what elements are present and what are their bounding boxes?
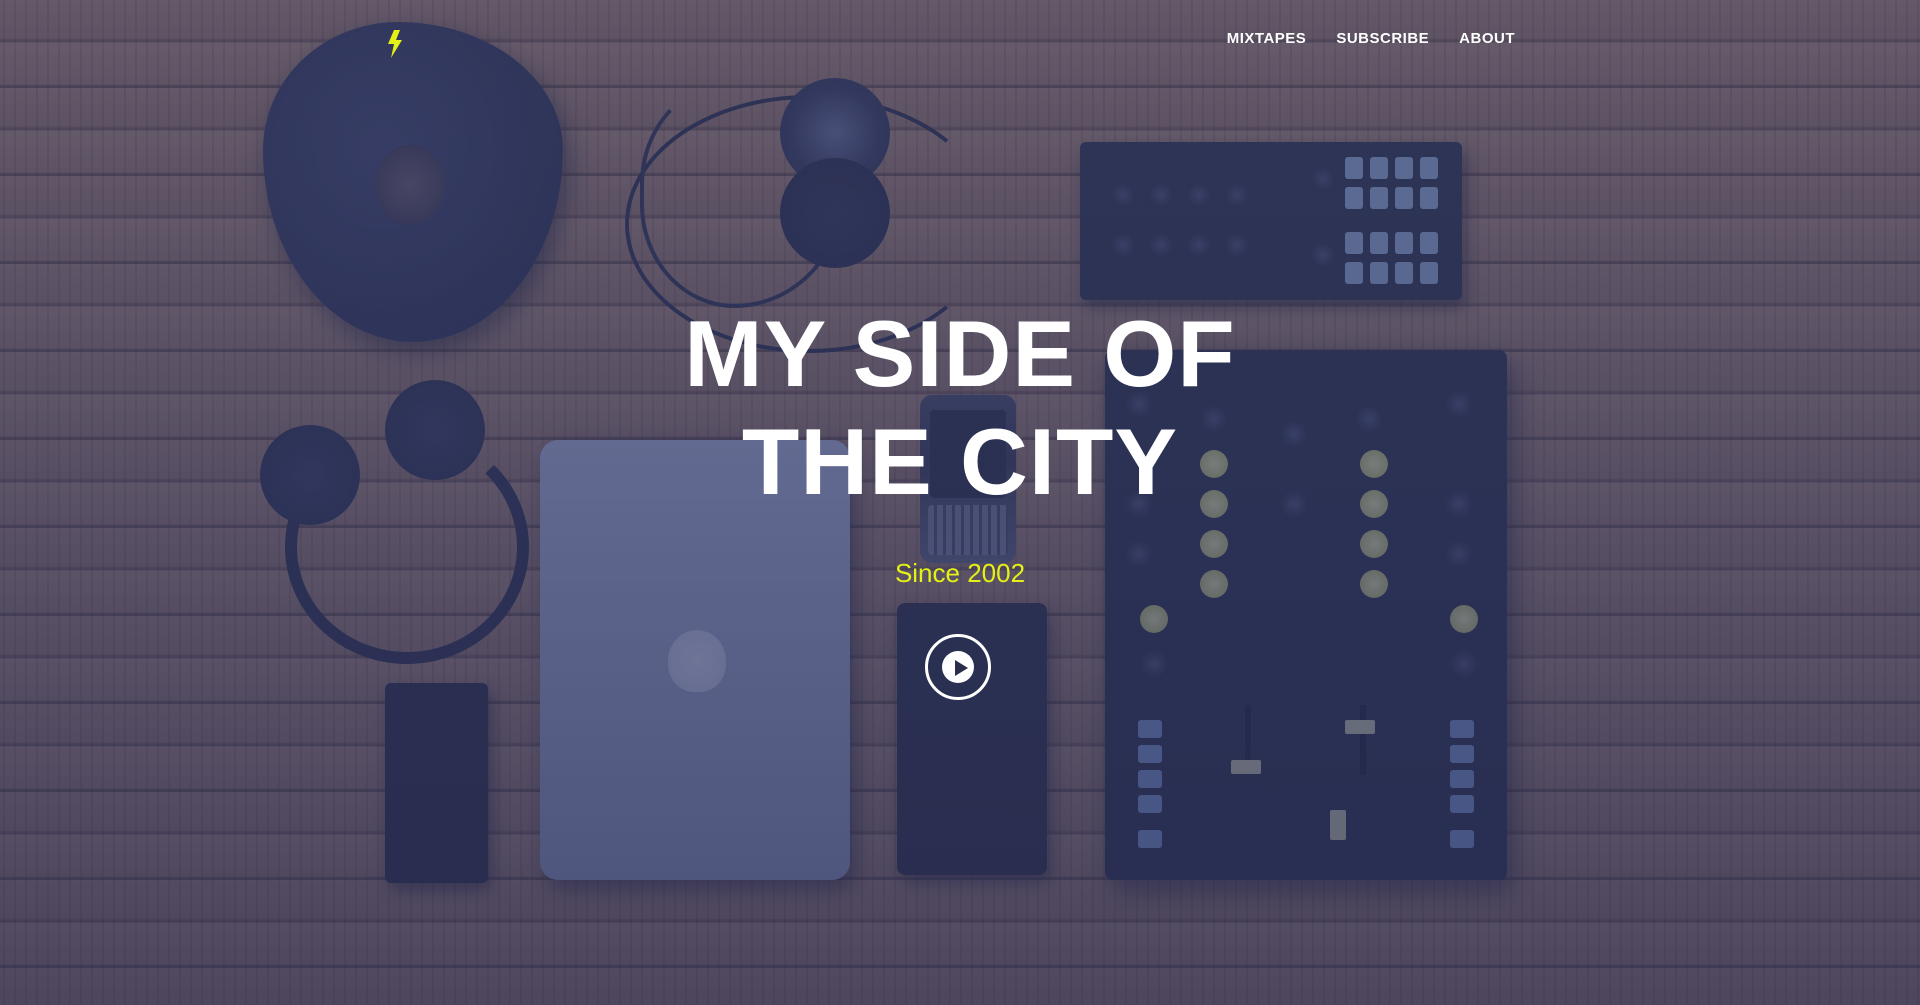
page-title-line1: MY SIDE OF bbox=[684, 301, 1236, 406]
page-title: MY SIDE OF THE CITY bbox=[0, 300, 1920, 516]
hero-section: MIXTAPES SUBSCRIBE ABOUT MY SIDE OF THE … bbox=[0, 0, 1920, 1005]
main-nav: MIXTAPES SUBSCRIBE ABOUT bbox=[1227, 30, 1515, 47]
page-title-line2: THE CITY bbox=[741, 409, 1179, 514]
nav-item-mixtapes[interactable]: MIXTAPES bbox=[1227, 30, 1307, 47]
nav-item-subscribe[interactable]: SUBSCRIBE bbox=[1336, 30, 1429, 47]
nav-item-about[interactable]: ABOUT bbox=[1459, 30, 1515, 47]
play-button[interactable] bbox=[925, 634, 991, 700]
page-subtitle: Since 2002 bbox=[894, 558, 1026, 588]
lightning-bolt-icon[interactable] bbox=[385, 30, 405, 58]
